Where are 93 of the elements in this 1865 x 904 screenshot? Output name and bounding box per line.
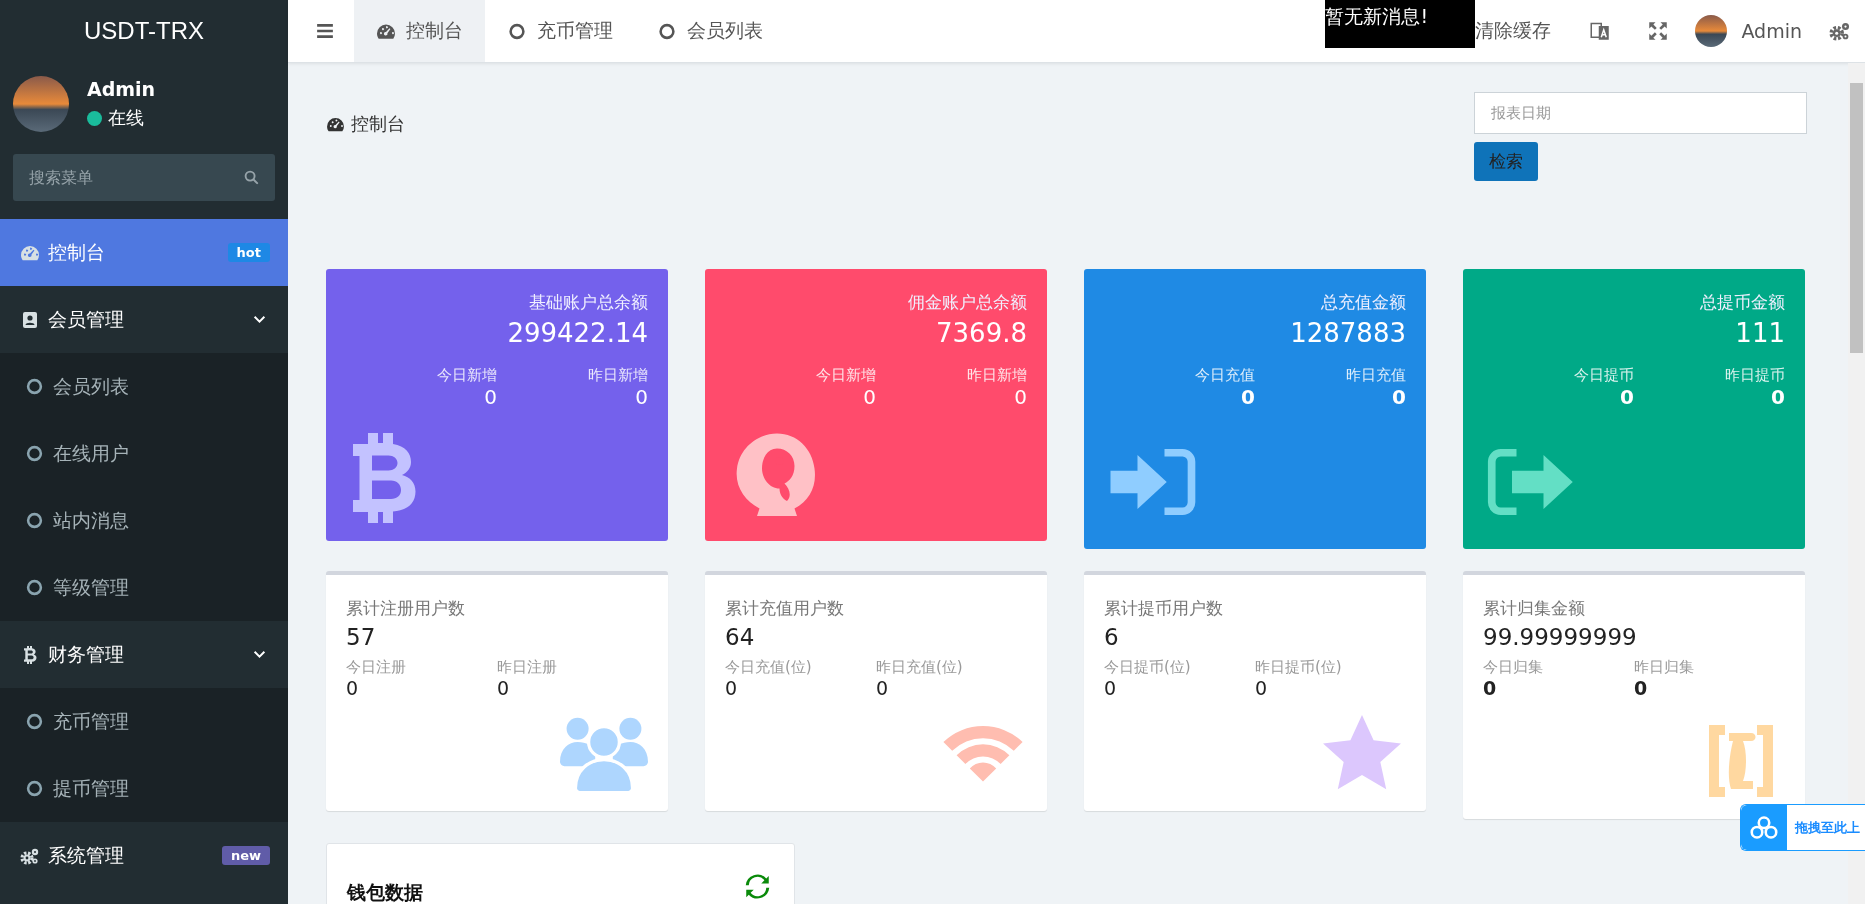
stat-value: 0 <box>346 677 360 699</box>
gauge-icon <box>20 243 40 262</box>
menu-badge: new <box>221 846 270 865</box>
refresh-icon[interactable] <box>745 874 770 899</box>
circle-icon <box>26 713 43 730</box>
stat-label: 今日注册 <box>346 658 407 677</box>
stat-value: 0 <box>497 677 511 699</box>
stat-label: 今日提币 <box>1573 366 1634 385</box>
stat-label: 昨日提币(位) <box>1255 658 1343 677</box>
stat-value: 0 <box>876 677 890 699</box>
stat-value: 0 <box>634 385 648 409</box>
circle-icon <box>26 378 43 395</box>
gears-icon <box>20 846 40 865</box>
user-menu[interactable]: Admin <box>1687 15 1810 47</box>
gears-icon[interactable] <box>1829 21 1851 41</box>
card-value: 299422.14 <box>506 318 648 348</box>
card-title: 佣金账户总余额 <box>907 291 1027 314</box>
circle-icon <box>657 22 677 40</box>
date-field[interactable]: 报表日期 <box>1474 92 1807 134</box>
card-title: 累计归集金额 <box>1483 597 1586 620</box>
stat-label: 今日归集 <box>1483 658 1544 677</box>
submenu-item[interactable]: 在线用户 <box>0 420 288 487</box>
stat-label: 昨日归集 <box>1634 658 1695 677</box>
card-title: 总提币金额 <box>1699 291 1785 314</box>
stat-value: 0 <box>862 385 876 409</box>
stat-label: 昨日新增 <box>966 366 1027 385</box>
stat-label: 昨日提币 <box>1724 366 1785 385</box>
card-value: 111 <box>1734 318 1785 348</box>
stat-value: 0 <box>725 677 739 699</box>
circle-icon <box>26 579 43 596</box>
card-value: 1287883 <box>1289 318 1406 348</box>
status-text: 在线 <box>108 106 144 130</box>
clear-cache-link[interactable]: 清除缓存 <box>1475 18 1572 44</box>
card-value: 57 <box>346 624 377 650</box>
submenu-item[interactable]: 等级管理 <box>0 554 288 621</box>
stat-value: 0 <box>1770 385 1785 409</box>
search-field[interactable]: 搜索菜单 <box>13 154 275 201</box>
menu-badge: hot <box>227 243 270 262</box>
card-title: 基础账户总余额 <box>528 291 648 314</box>
nav-tab[interactable]: 充币管理 <box>485 0 635 62</box>
stat-value: 0 <box>1634 677 1649 699</box>
avatar-placeholder <box>13 76 69 132</box>
stat-value: 0 <box>1013 385 1027 409</box>
stat-value: 0 <box>483 385 497 409</box>
scrollbar-thumb[interactable] <box>1850 83 1863 353</box>
submenu-item[interactable]: 提币管理 <box>0 755 288 822</box>
translate-icon[interactable] <box>1590 21 1611 41</box>
nav-tab[interactable]: 会员列表 <box>635 0 785 62</box>
stat-label: 今日充值(位) <box>725 658 813 677</box>
stat-label: 今日提币(位) <box>1104 658 1192 677</box>
user-name: Admin <box>87 78 156 100</box>
circle-icon <box>26 512 43 529</box>
stat-value: 0 <box>1104 677 1118 699</box>
search-icon <box>244 170 259 185</box>
card-title: 累计提币用户数 <box>1104 597 1224 620</box>
fullscreen-icon[interactable] <box>1648 21 1669 41</box>
stat-label: 昨日充值(位) <box>876 658 964 677</box>
stat-value: 0 <box>1391 385 1406 409</box>
stat-value: 0 <box>1483 677 1498 699</box>
avatar-placeholder <box>1695 15 1728 47</box>
stat-label: 今日充值 <box>1194 366 1255 385</box>
card-value: 7369.8 <box>935 318 1027 348</box>
card-title: 累计注册用户数 <box>346 597 466 620</box>
card-value: 6 <box>1104 624 1120 650</box>
card-value: 64 <box>725 624 756 650</box>
circle-icon <box>507 22 527 40</box>
stat-value: 0 <box>1255 677 1269 699</box>
menu-icon[interactable] <box>316 23 334 39</box>
nav-tab[interactable]: 控制台 <box>354 0 485 62</box>
stat-value: 0 <box>1240 385 1255 409</box>
submenu-item[interactable]: 充币管理 <box>0 688 288 755</box>
status-dot <box>87 110 102 126</box>
gauge-icon <box>376 22 396 40</box>
circle-icon <box>26 445 43 462</box>
card-value: 99.99999999 <box>1483 624 1638 650</box>
stat-value: 0 <box>1619 385 1634 409</box>
panel-title: 钱包数据 <box>347 880 423 904</box>
contact-card-icon <box>20 310 40 329</box>
gauge-icon <box>326 116 345 132</box>
stat-label: 今日新增 <box>436 366 497 385</box>
submenu-item[interactable]: 站内消息 <box>0 487 288 554</box>
stat-label: 昨日注册 <box>497 658 558 677</box>
stat-label: 今日新增 <box>815 366 876 385</box>
card-title: 总充值金额 <box>1320 291 1406 314</box>
scrollbar[interactable] <box>1848 63 1865 904</box>
card-title: 累计充值用户数 <box>725 597 845 620</box>
menu-item[interactable]: 控制台 hot <box>0 219 288 286</box>
circle-icon <box>26 780 43 797</box>
stat-label: 昨日充值 <box>1345 366 1406 385</box>
stat-label: 昨日新增 <box>587 366 648 385</box>
breadcrumb-text: 控制台 <box>351 112 405 136</box>
notice-banner: 暂无新消息! <box>1325 0 1476 48</box>
submenu-item[interactable]: 会员列表 <box>0 353 288 420</box>
